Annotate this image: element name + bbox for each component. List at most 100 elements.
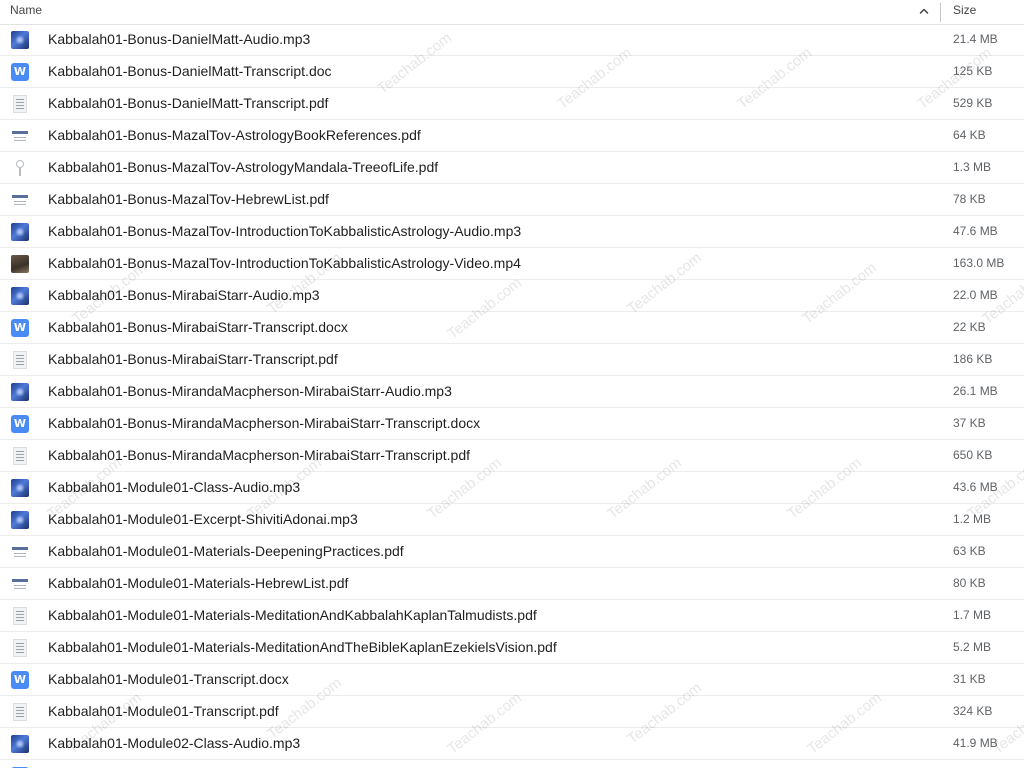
file-row[interactable]: Kabbalah01-Bonus-MazalTov-IntroductionTo…	[0, 216, 1024, 248]
file-size: 26.1 MB	[953, 384, 998, 398]
chevron-up-icon[interactable]	[914, 0, 934, 22]
audio-file-icon	[11, 511, 29, 529]
file-row[interactable]: W Kabbalah01-Bonus-MirandaMacpherson-Mira…	[0, 408, 1024, 440]
pdf-file-icon	[13, 351, 27, 369]
file-size: 1.2 MB	[953, 512, 992, 526]
word-document-icon: W	[11, 319, 29, 337]
file-size: 80 KB	[953, 576, 986, 590]
audio-file-icon	[11, 287, 29, 305]
pdf-file-icon	[11, 575, 29, 593]
file-name: Kabbalah01-Bonus-MazalTov-AstrologyBookR…	[48, 127, 421, 143]
audio-file-icon	[11, 479, 29, 497]
column-divider[interactable]	[940, 3, 941, 22]
file-size: 47.6 MB	[953, 224, 998, 238]
file-row[interactable]: W Kabbalah01-Module01-Transcript.docx 31 K…	[0, 664, 1024, 696]
file-size: 1.7 MB	[953, 608, 992, 622]
file-row[interactable]: Kabbalah01-Module01-Materials-Meditation…	[0, 600, 1024, 632]
file-name: Kabbalah01-Bonus-MazalTov-AstrologyManda…	[48, 159, 439, 175]
file-name: Kabbalah01-Module01-Materials-DeepeningP…	[48, 543, 404, 559]
file-size: 64 KB	[953, 128, 986, 142]
file-row[interactable]: Kabbalah01-Module01-Excerpt-ShivitiAdona…	[0, 504, 1024, 536]
file-size: 650 KB	[953, 448, 993, 462]
word-document-icon: W	[11, 63, 29, 81]
pdf-file-icon	[11, 191, 29, 209]
file-name: Kabbalah01-Bonus-MazalTov-IntroductionTo…	[48, 255, 521, 271]
file-row[interactable]: Kabbalah01-Bonus-DanielMatt-Audio.mp3 21.…	[0, 24, 1024, 56]
file-size: 1.3 MB	[953, 160, 992, 174]
audio-file-icon	[11, 383, 29, 401]
file-row[interactable]: Kabbalah01-Module01-Materials-Meditation…	[0, 632, 1024, 664]
audio-file-icon	[11, 223, 29, 241]
video-file-icon	[11, 255, 29, 273]
file-name: Kabbalah01-Bonus-MirandaMacpherson-Mirab…	[48, 415, 481, 431]
file-name: Kabbalah01-Module01-Materials-Meditation…	[48, 639, 557, 655]
pdf-file-icon	[13, 703, 27, 721]
file-row[interactable]: Kabbalah01-Bonus-MazalTov-HebrewList.pdf…	[0, 184, 1024, 216]
file-size: 5.2 MB	[953, 640, 992, 654]
pdf-file-icon	[13, 639, 27, 657]
file-row[interactable]: Kabbalah01-Bonus-DanielMatt-Transcript.p…	[0, 88, 1024, 120]
file-size: 63 KB	[953, 544, 986, 558]
file-name: Kabbalah01-Module01-Class-Audio.mp3	[48, 479, 301, 495]
file-row[interactable]: Kabbalah01-Module01-Class-Audio.mp3 43.6 …	[0, 472, 1024, 504]
pdf-file-icon	[11, 159, 29, 177]
pdf-file-icon	[13, 607, 27, 625]
file-name: Kabbalah01-Bonus-MirabaiStarr-Audio.mp3	[48, 287, 320, 303]
file-row[interactable]: Kabbalah01-Module02-Class-Audio.mp3 41.9 …	[0, 728, 1024, 760]
file-row[interactable]: Kabbalah01-Module01-Transcript.pdf 324 KB	[0, 696, 1024, 728]
file-size: 22 KB	[953, 320, 986, 334]
file-row[interactable]: W	[0, 760, 1024, 768]
file-size: 78 KB	[953, 192, 986, 206]
file-name: Kabbalah01-Bonus-MirabaiStarr-Transcript…	[48, 319, 348, 335]
file-size: 186 KB	[953, 352, 993, 366]
column-header-bar: Name Size	[0, 0, 1024, 25]
file-row[interactable]: Kabbalah01-Bonus-MirandaMacpherson-Mirab…	[0, 440, 1024, 472]
file-rows: Kabbalah01-Bonus-DanielMatt-Audio.mp3 21.…	[0, 24, 1024, 768]
file-name: Kabbalah01-Module01-Excerpt-ShivitiAdona…	[48, 511, 358, 527]
file-name: Kabbalah01-Bonus-MirandaMacpherson-Mirab…	[48, 383, 452, 399]
file-name: Kabbalah01-Module02-Class-Audio.mp3	[48, 735, 301, 751]
file-name: Kabbalah01-Bonus-MazalTov-HebrewList.pdf	[48, 191, 329, 207]
name-column-header[interactable]: Name	[10, 2, 42, 18]
file-size: 163.0 MB	[953, 256, 1005, 270]
file-row[interactable]: W Kabbalah01-Bonus-MirabaiStarr-Transcrip…	[0, 312, 1024, 344]
file-name: Kabbalah01-Bonus-DanielMatt-Transcript.p…	[48, 95, 329, 111]
file-row[interactable]: Kabbalah01-Bonus-MirandaMacpherson-Mirab…	[0, 376, 1024, 408]
file-row[interactable]: W Kabbalah01-Bonus-DanielMatt-Transcript.…	[0, 56, 1024, 88]
file-name: Kabbalah01-Module01-Materials-HebrewList…	[48, 575, 349, 591]
pdf-file-icon	[11, 127, 29, 145]
file-size: 37 KB	[953, 416, 986, 430]
file-size: 43.6 MB	[953, 480, 998, 494]
file-size: 125 KB	[953, 64, 993, 78]
audio-file-icon	[11, 31, 29, 49]
file-size: 41.9 MB	[953, 736, 998, 750]
file-name: Kabbalah01-Bonus-MazalTov-IntroductionTo…	[48, 223, 522, 239]
word-document-icon: W	[11, 415, 29, 433]
file-row[interactable]: Kabbalah01-Bonus-MazalTov-AstrologyManda…	[0, 152, 1024, 184]
file-name: Kabbalah01-Module01-Transcript.docx	[48, 671, 289, 687]
pdf-file-icon	[13, 95, 27, 113]
file-size: 324 KB	[953, 704, 993, 718]
file-row[interactable]: Kabbalah01-Bonus-MazalTov-IntroductionTo…	[0, 248, 1024, 280]
file-row[interactable]: Kabbalah01-Bonus-MirabaiStarr-Audio.mp3 2…	[0, 280, 1024, 312]
file-name: Kabbalah01-Bonus-MirandaMacpherson-Mirab…	[48, 447, 471, 463]
file-row[interactable]: Kabbalah01-Module01-Materials-HebrewList…	[0, 568, 1024, 600]
file-size: 529 KB	[953, 96, 993, 110]
file-name: Kabbalah01-Bonus-MirabaiStarr-Transcript…	[48, 351, 338, 367]
file-name: Kabbalah01-Bonus-DanielMatt-Audio.mp3	[48, 31, 311, 47]
file-row[interactable]: Kabbalah01-Bonus-MazalTov-AstrologyBookR…	[0, 120, 1024, 152]
file-list: Name Size Kabbalah01-Bonus-DanielMatt-Au…	[0, 0, 1024, 768]
file-name: Kabbalah01-Module01-Transcript.pdf	[48, 703, 279, 719]
audio-file-icon	[11, 735, 29, 753]
pdf-file-icon	[11, 543, 29, 561]
file-row[interactable]: Kabbalah01-Module01-Materials-DeepeningP…	[0, 536, 1024, 568]
pdf-file-icon	[13, 447, 27, 465]
size-column-header[interactable]: Size	[953, 2, 976, 18]
file-size: 31 KB	[953, 672, 986, 686]
file-row[interactable]: Kabbalah01-Bonus-MirabaiStarr-Transcript…	[0, 344, 1024, 376]
word-document-icon: W	[11, 671, 29, 689]
file-size: 21.4 MB	[953, 32, 998, 46]
file-size: 22.0 MB	[953, 288, 998, 302]
file-name: Kabbalah01-Bonus-DanielMatt-Transcript.d…	[48, 63, 332, 79]
file-name: Kabbalah01-Module01-Materials-Meditation…	[48, 607, 537, 623]
